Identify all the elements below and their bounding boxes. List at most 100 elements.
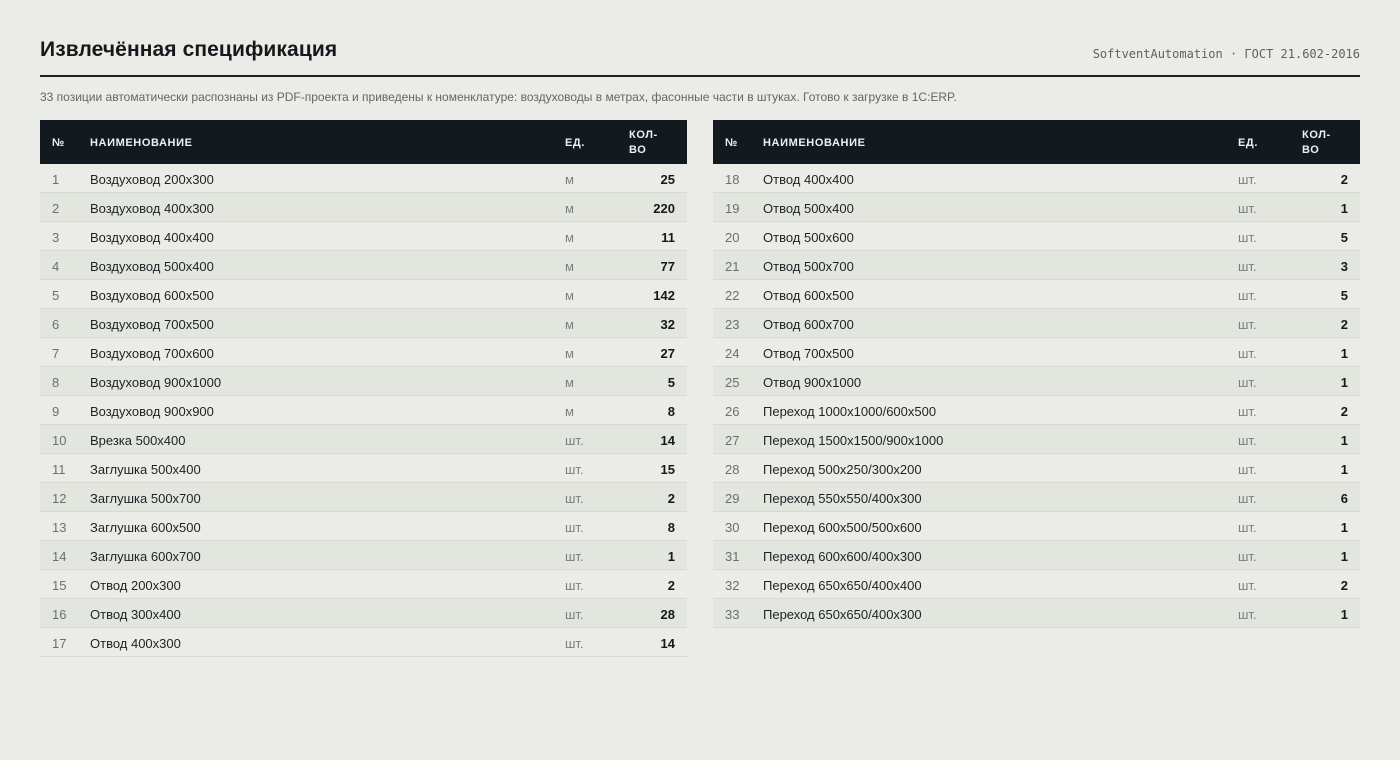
item-quantity: 1 [1340,549,1348,564]
column-header-unit: ЕД. [565,137,586,149]
column-header-qty: КОЛ-ВО [1302,129,1331,156]
table-row[interactable]: 1 Воздуховод 200x300 м 25 [40,164,687,193]
item-unit: шт. [565,607,584,622]
item-name: Переход 650x650/400x300 [763,607,922,622]
table-row[interactable]: 6 Воздуховод 700x500 м 32 [40,309,687,338]
item-quantity: 8 [667,404,675,419]
table-row[interactable]: 12 Заглушка 500x700 шт. 2 [40,483,687,512]
row-number: 27 [725,433,740,448]
item-unit: шт. [1238,230,1257,245]
item-name: Воздуховод 200x300 [90,172,214,187]
item-unit: шт. [1238,317,1257,332]
item-unit: шт. [565,520,584,535]
item-name: Воздуховод 900x1000 [90,375,222,390]
item-name: Воздуховод 700x600 [90,346,214,361]
row-number: 20 [725,230,740,245]
table-row[interactable]: 28 Переход 500x250/300x200 шт. 1 [713,454,1360,483]
row-number: 33 [725,607,740,622]
item-name: Заглушка 500x400 [90,462,201,477]
row-number: 19 [725,201,740,216]
item-quantity: 220 [653,201,675,216]
item-unit: шт. [1238,433,1257,448]
row-number: 26 [725,404,740,419]
row-number: 17 [52,636,67,651]
table-row[interactable]: 26 Переход 1000x1000/600x500 шт. 2 [713,396,1360,425]
table-row[interactable]: 19 Отвод 500x400 шт. 1 [713,193,1360,222]
table-row[interactable]: 3 Воздуховод 400x400 м 11 [40,222,687,251]
item-name: Отвод 500x400 [763,201,854,216]
row-number: 6 [52,317,60,332]
item-quantity: 27 [660,346,675,361]
item-unit: м [565,288,574,303]
table-row[interactable]: 30 Переход 600x500/500x600 шт. 1 [713,512,1360,541]
item-name: Заглушка 600x500 [90,520,201,535]
table-row[interactable]: 11 Заглушка 500x400 шт. 15 [40,454,687,483]
table-row[interactable]: 23 Отвод 600x700 шт. 2 [713,309,1360,338]
table-row[interactable]: 16 Отвод 300x400 шт. 28 [40,599,687,628]
table-row[interactable]: 10 Врезка 500x400 шт. 14 [40,425,687,454]
table-row[interactable]: 7 Воздуховод 700x600 м 27 [40,338,687,367]
item-unit: шт. [1238,607,1257,622]
row-number: 22 [725,288,740,303]
table-row[interactable]: 8 Воздуховод 900x1000 м 5 [40,367,687,396]
table-row[interactable]: 14 Заглушка 600x700 шт. 1 [40,541,687,570]
item-name: Заглушка 600x700 [90,549,201,564]
table-row[interactable]: 29 Переход 550x550/400x300 шт. 6 [713,483,1360,512]
table-row[interactable]: 33 Переход 650x650/400x300 шт. 1 [713,599,1360,628]
item-unit: м [565,404,574,419]
item-unit: м [565,259,574,274]
item-quantity: 25 [660,172,675,187]
item-name: Переход 550x550/400x300 [763,491,922,506]
table-row[interactable]: 15 Отвод 200x300 шт. 2 [40,570,687,599]
item-name: Воздуховод 600x500 [90,288,214,303]
row-number: 24 [725,346,740,361]
item-name: Отвод 600x700 [763,317,854,332]
item-unit: шт. [1238,549,1257,564]
page-header: Извлечённая спецификация SoftventAutomat… [40,36,1360,77]
item-quantity: 8 [667,520,675,535]
item-unit: шт. [565,578,584,593]
row-number: 25 [725,375,740,390]
table-row[interactable]: 27 Переход 1500x1500/900x1000 шт. 1 [713,425,1360,454]
item-quantity: 1 [1340,462,1348,477]
table-row[interactable]: 4 Воздуховод 500x400 м 77 [40,251,687,280]
table-row[interactable]: 5 Воздуховод 600x500 м 142 [40,280,687,309]
column-header-num: № [725,137,738,149]
item-unit: шт. [565,549,584,564]
table-row[interactable]: 32 Переход 650x650/400x400 шт. 2 [713,570,1360,599]
table-row[interactable]: 24 Отвод 700x500 шт. 1 [713,338,1360,367]
item-unit: м [565,201,574,216]
item-quantity: 1 [1340,201,1348,216]
table-row[interactable]: 13 Заглушка 600x500 шт. 8 [40,512,687,541]
row-number: 16 [52,607,67,622]
table-row[interactable]: 22 Отвод 600x500 шт. 5 [713,280,1360,309]
item-unit: м [565,375,574,390]
table-row[interactable]: 25 Отвод 900x1000 шт. 1 [713,367,1360,396]
table-row[interactable]: 20 Отвод 500x600 шт. 5 [713,222,1360,251]
item-quantity: 1 [1340,346,1348,361]
item-unit: шт. [1238,520,1257,535]
item-quantity: 28 [660,607,675,622]
item-quantity: 77 [660,259,675,274]
row-number: 4 [52,259,60,274]
row-number: 32 [725,578,740,593]
table-row[interactable]: 31 Переход 600x600/400x300 шт. 1 [713,541,1360,570]
item-name: Отвод 200x300 [90,578,181,593]
item-unit: шт. [1238,578,1257,593]
item-quantity: 15 [660,462,675,477]
item-quantity: 5 [667,375,675,390]
table-row[interactable]: 18 Отвод 400x400 шт. 2 [713,164,1360,193]
item-unit: шт. [1238,259,1257,274]
column-header-qty: КОЛ-ВО [629,129,658,156]
item-quantity: 3 [1340,259,1348,274]
item-quantity: 2 [667,578,675,593]
item-name: Переход 500x250/300x200 [763,462,922,477]
table-row[interactable]: 21 Отвод 500x700 шт. 3 [713,251,1360,280]
table-header: № НАИМЕНОВАНИЕ ЕД. КОЛ-ВО [713,120,1360,164]
item-unit: м [565,230,574,245]
item-unit: шт. [565,433,584,448]
table-row[interactable]: 17 Отвод 400x300 шт. 14 [40,628,687,657]
table-row[interactable]: 9 Воздуховод 900x900 м 8 [40,396,687,425]
item-name: Врезка 500x400 [90,433,186,448]
table-row[interactable]: 2 Воздуховод 400x300 м 220 [40,193,687,222]
